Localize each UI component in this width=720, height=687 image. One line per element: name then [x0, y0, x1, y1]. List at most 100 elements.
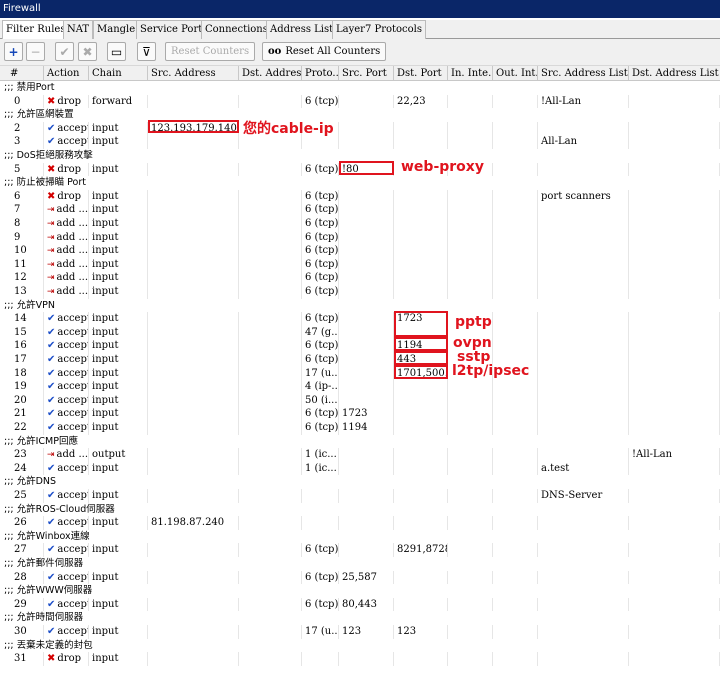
table-row[interactable]: 2 ✔ accept input 123.193.179.140 [0, 121, 720, 136]
table-row[interactable]: 14 ✔ accept input 6 (tcp) 1723 [0, 312, 720, 326]
rule-action: ⇥ add ... [44, 244, 89, 258]
rule-chain: input [89, 353, 148, 367]
comment-row[interactable]: ;;; 允許Winbox連線 [0, 530, 720, 544]
rule-out-interface [493, 135, 538, 149]
table-row[interactable]: 26 ✔ accept input 81.198.87.240 [0, 516, 720, 530]
table-row[interactable]: 29 ✔ accept input 6 (tcp) 80,443 [0, 597, 720, 612]
table-row[interactable]: 17 ✔ accept input 6 (tcp) 443 [0, 353, 720, 367]
remove-icon[interactable]: − [26, 42, 45, 61]
table-row[interactable]: 28 ✔ accept input 6 (tcp) 25,587 [0, 570, 720, 585]
col-protocol[interactable]: Proto... [302, 66, 339, 81]
rule-src-port: 1723 [339, 407, 394, 421]
table-row[interactable]: 16 ✔ accept input 6 (tcp) 1194 [0, 339, 720, 353]
table-row[interactable]: 10 ⇥ add ... input 6 (tcp) [0, 244, 720, 258]
comment-row[interactable]: ;;; 允許VPN [0, 299, 720, 313]
comment-row[interactable]: ;;; 允許ICMP回應 [0, 435, 720, 449]
rule-src-port: 80,443 [339, 597, 394, 612]
comment-row[interactable]: ;;; 允許時間伺服器 [0, 611, 720, 625]
rule-comment: ;;; 防止被掃瞄 Port [4, 177, 86, 189]
rule-action: ⇥ add ... [44, 230, 89, 245]
reset-counters-button[interactable]: Reset Counters [165, 42, 256, 61]
rule-chain: input [89, 366, 148, 381]
table-row[interactable]: 19 ✔ accept input 4 (ip-... [0, 380, 720, 394]
table-row[interactable]: 3 ✔ accept input All-Lan [0, 135, 720, 149]
table-row[interactable]: 15 ✔ accept input 47 (g... [0, 325, 720, 340]
table-row[interactable]: 6 ✖ drop input 6 (tcp) port scanners [0, 189, 720, 204]
comment-icon[interactable]: ▭ [107, 42, 126, 61]
add-icon[interactable]: + [4, 42, 23, 61]
rule-src-port [339, 94, 394, 109]
rule-src-address-list [538, 325, 629, 340]
tab-filter-rules[interactable]: Filter Rules [2, 20, 70, 40]
rule-action: ✔ accept [44, 421, 89, 435]
rule-src-port [339, 217, 394, 231]
col-dst-address-list[interactable]: Dst. Address List [629, 66, 720, 81]
comment-row[interactable]: ;;; 丟棄未定義的封包 [0, 639, 720, 653]
accept-icon: ✔ [47, 136, 56, 148]
table-row[interactable]: 24 ✔ accept input 1 (ic... a.test [0, 461, 720, 476]
rule-action-label: drop [57, 190, 81, 202]
disable-icon[interactable]: ✖ [78, 42, 97, 61]
table-row[interactable]: 25 ✔ accept input DNS-Server [0, 489, 720, 503]
rule-dst-address [239, 461, 302, 476]
col-dst-address[interactable]: Dst. Address [239, 66, 302, 81]
table-row[interactable]: 20 ✔ accept input 50 (i... [0, 393, 720, 408]
tab-connections[interactable]: Connections [201, 20, 272, 39]
table-row[interactable]: 11 ⇥ add ... input 6 (tcp) [0, 257, 720, 272]
tab-address-lists[interactable]: Address Lists [266, 20, 343, 39]
table-row[interactable]: 7 ⇥ add ... input 6 (tcp) [0, 203, 720, 217]
rule-dst-address [239, 162, 302, 177]
rule-src-port [339, 448, 394, 462]
rule-action-label: add ... [56, 258, 89, 270]
table-row[interactable]: 13 ⇥ add ... input 6 (tcp) [0, 285, 720, 299]
col-action[interactable]: Action [44, 66, 89, 81]
table-row[interactable]: 22 ✔ accept input 6 (tcp) 1194 [0, 421, 720, 435]
table-row[interactable]: 0 ✖ drop forward 6 (tcp) 22,23 !All-Lan [0, 94, 720, 109]
comment-row[interactable]: ;;; 允許DNS [0, 475, 720, 489]
table-row[interactable]: 12 ⇥ add ... input 6 (tcp) [0, 271, 720, 285]
table-row[interactable]: 8 ⇥ add ... input 6 (tcp) [0, 217, 720, 231]
rule-out-interface [493, 448, 538, 462]
tab-mangle[interactable]: Mangle [93, 20, 140, 39]
table-row[interactable]: 18✔acceptinput17 (u...1701,500... [0, 366, 720, 381]
rule-protocol: 6 (tcp) [302, 203, 339, 217]
tab-nat[interactable]: NAT [63, 20, 94, 39]
col-in-interface[interactable]: In. Inte... [448, 66, 493, 81]
rule-action: ✔ accept [44, 489, 89, 503]
rule-in-interface [448, 257, 493, 272]
comment-row[interactable]: ;;; 允許WWW伺服器 [0, 584, 720, 598]
comment-row[interactable]: ;;; 防止被掃瞄 Port [0, 176, 720, 190]
col-src-port[interactable]: Src. Port [339, 66, 394, 81]
table-row[interactable]: 21 ✔ accept input 6 (tcp) 1723 [0, 407, 720, 421]
rule-src-port [339, 189, 394, 204]
table-row[interactable]: 23 ⇥ add ... output 1 (ic... !All-Lan [0, 448, 720, 462]
filter-icon[interactable]: ⊽ [137, 42, 156, 61]
table-row[interactable]: 30 ✔ accept input 17 (u... 123 123 [0, 625, 720, 639]
tab-layer7-protocols[interactable]: Layer7 Protocols [332, 20, 427, 39]
rule-src-address [148, 339, 239, 353]
col-out-interface[interactable]: Out. Int... [493, 66, 538, 81]
rule-protocol: 6 (tcp) [302, 271, 339, 285]
comment-row[interactable]: ;;; 允許郵件伺服器 [0, 557, 720, 571]
table-row[interactable]: 27 ✔ accept input 6 (tcp) 8291,8728 [0, 543, 720, 557]
rule-src-address-list [538, 271, 629, 285]
reset-all-counters-button[interactable]: oo Reset All Counters [262, 42, 387, 61]
col-src-address-list[interactable]: Src. Address List [538, 66, 629, 81]
comment-row[interactable]: ;;; 允許ROS-Cloud伺服器 [0, 503, 720, 517]
rule-src-address-list [538, 230, 629, 245]
comment-row[interactable]: ;;; 禁用Port [0, 81, 720, 95]
table-row[interactable]: 9 ⇥ add ... input 6 (tcp) [0, 230, 720, 245]
table-row[interactable]: 31 ✖ drop input [0, 652, 720, 666]
enable-icon[interactable]: ✔ [55, 42, 74, 61]
rule-action-label: add ... [56, 204, 89, 216]
rule-src-address [148, 366, 239, 381]
col-chain[interactable]: Chain [89, 66, 148, 81]
rule-action: ✔ accept [44, 393, 89, 408]
rule-dst-address-list [629, 380, 720, 394]
col-dst-port[interactable]: Dst. Port [394, 66, 448, 81]
col-number[interactable]: # [0, 66, 44, 81]
comment-row[interactable]: ;;; 允許區網裝置 [0, 108, 720, 122]
col-src-address[interactable]: Src. Address [148, 66, 239, 81]
rule-comment: ;;; 丟棄未定義的封包 [4, 639, 93, 651]
rule-number: 14 [0, 312, 44, 326]
